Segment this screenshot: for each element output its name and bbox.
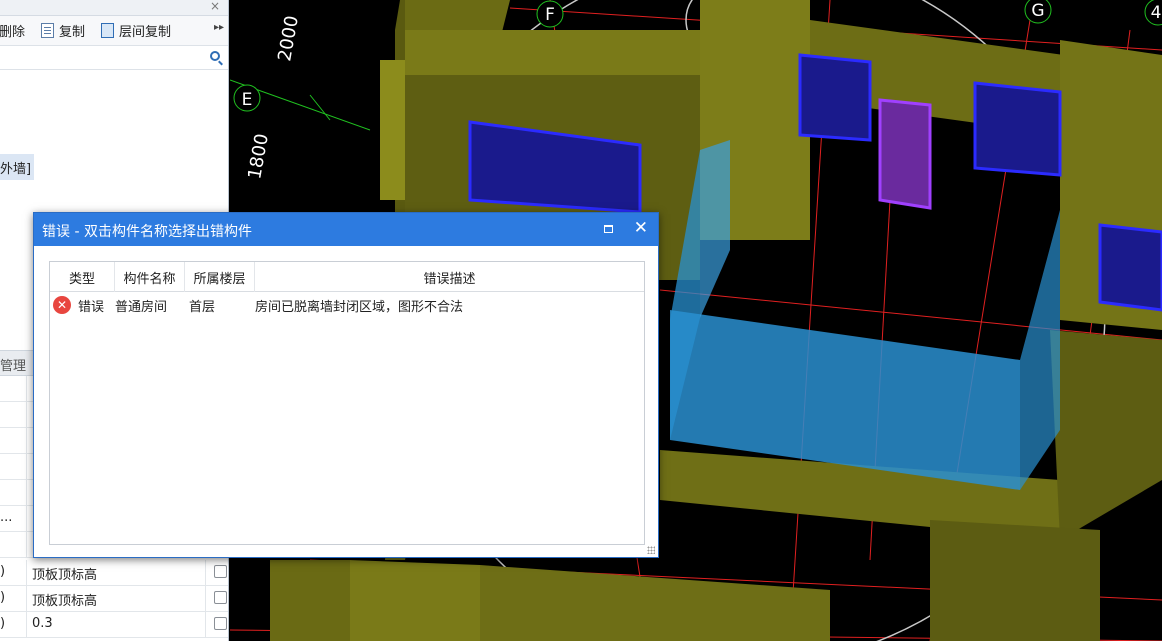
panel-toolbar: 删除 复制 层间复制 bbox=[0, 16, 228, 46]
copy-button-label: 复制 bbox=[59, 25, 86, 40]
property-row-key: ) bbox=[0, 612, 27, 638]
dialog-title: 错误 - 双击构件名称选择出错构件 bbox=[42, 224, 252, 240]
properties-header-label: 管理 bbox=[0, 359, 27, 374]
axis-label-e: E bbox=[242, 90, 253, 110]
property-checkbox[interactable] bbox=[214, 617, 227, 630]
panel-titlebar: × bbox=[0, 0, 228, 16]
dialog-titlebar[interactable]: 错误 - 双击构件名称选择出错构件 ✕ bbox=[34, 213, 658, 246]
axis-tick bbox=[309, 94, 331, 121]
property-row[interactable]: ) 顶板顶标高 bbox=[0, 560, 228, 586]
property-checkbox[interactable] bbox=[214, 565, 227, 578]
property-row-key bbox=[0, 402, 27, 428]
property-col-divider bbox=[205, 612, 206, 638]
cell-floor: 首层 bbox=[189, 299, 216, 315]
resize-grip-icon[interactable] bbox=[647, 546, 655, 554]
search-icon[interactable] bbox=[210, 51, 220, 61]
panel-search bbox=[0, 46, 228, 70]
close-icon[interactable]: ✕ bbox=[634, 218, 648, 238]
delete-button-label: 删除 bbox=[0, 25, 26, 40]
search-input[interactable] bbox=[0, 48, 200, 68]
dimension-label-2000: 2000 bbox=[274, 14, 303, 63]
maximize-icon[interactable] bbox=[604, 225, 613, 233]
property-row-key: ... bbox=[0, 506, 27, 532]
axis-label-4: 4 bbox=[1151, 3, 1162, 23]
property-col-divider bbox=[205, 560, 206, 586]
property-col-divider bbox=[205, 586, 206, 612]
property-row[interactable]: ) 顶板顶标高 bbox=[0, 586, 228, 612]
error-table: 类型 构件名称 所属楼层 错误描述 ✕ 错误 普通房间 首层 房间已脱离墙封闭区… bbox=[49, 261, 645, 545]
property-row-key bbox=[0, 428, 27, 454]
column-header-type[interactable]: 类型 bbox=[50, 262, 115, 292]
error-table-header: 类型 构件名称 所属楼层 错误描述 bbox=[50, 262, 644, 292]
table-row[interactable]: ✕ 错误 普通房间 首层 房间已脱离墙封闭区域，图形不合法 bbox=[50, 292, 644, 318]
property-row-key bbox=[0, 480, 27, 506]
property-row-key: ) bbox=[0, 560, 27, 586]
property-row-key bbox=[0, 532, 27, 558]
property-checkbox[interactable] bbox=[214, 591, 227, 604]
delete-button[interactable]: 删除 bbox=[0, 21, 25, 40]
property-row-value: 顶板顶标高 bbox=[32, 568, 98, 583]
floor-copy-button-label: 层间复制 bbox=[119, 25, 172, 40]
floor-copy-icon bbox=[101, 23, 115, 38]
panel-close-icon[interactable]: × bbox=[210, 0, 220, 13]
cell-component[interactable]: 普通房间 bbox=[115, 292, 185, 318]
cell-description: 房间已脱离墙封闭区域，图形不合法 bbox=[255, 299, 464, 315]
copy-button[interactable]: 复制 bbox=[41, 21, 85, 40]
column-header-component[interactable]: 构件名称 bbox=[115, 262, 185, 292]
copy-icon bbox=[41, 23, 55, 38]
tree-item-selected[interactable]: 外墙] bbox=[0, 154, 35, 180]
column-header-description[interactable]: 错误描述 bbox=[255, 262, 644, 292]
column-header-floor[interactable]: 所属楼层 bbox=[185, 262, 255, 292]
toolbar-overflow-icon[interactable]: ▸▸ bbox=[214, 22, 224, 33]
property-row-value: 0.3 bbox=[32, 616, 53, 631]
cell-type-text: 错误 bbox=[78, 299, 105, 315]
axis-label-f: F bbox=[545, 5, 555, 25]
property-row-key bbox=[0, 376, 27, 402]
axis-label-g: G bbox=[1031, 1, 1044, 21]
error-icon: ✕ bbox=[53, 296, 71, 314]
property-row-key: ) bbox=[0, 586, 27, 612]
floor-copy-button[interactable]: 层间复制 bbox=[101, 21, 171, 40]
property-row-key bbox=[0, 454, 27, 480]
property-row[interactable]: ) 0.3 bbox=[0, 612, 228, 638]
room-volume[interactable] bbox=[670, 140, 1060, 490]
cell-type: ✕ 错误 bbox=[50, 292, 115, 318]
property-row-value: 顶板顶标高 bbox=[32, 594, 98, 609]
dimension-label-1800: 1800 bbox=[244, 132, 273, 181]
error-dialog: 错误 - 双击构件名称选择出错构件 ✕ 类型 构件名称 所属楼层 错误描述 ✕ … bbox=[33, 212, 659, 558]
tree-item-label: 外墙] bbox=[0, 162, 32, 177]
